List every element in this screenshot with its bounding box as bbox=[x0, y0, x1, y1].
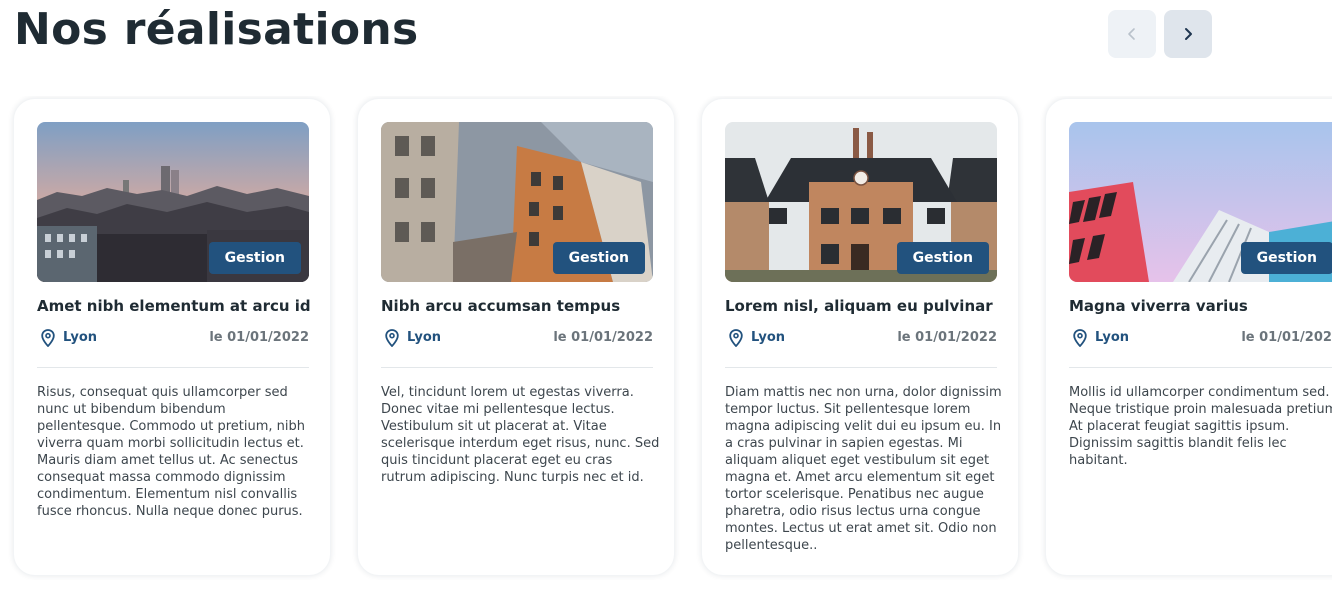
map-pin-icon bbox=[41, 329, 55, 347]
project-description: Risus, consequat quis ullamcorper sed nu… bbox=[37, 385, 305, 519]
projects-carousel: Gestion Amet nibh elementum at arcu id L… bbox=[0, 96, 1332, 580]
project-image-brick-house: Gestion bbox=[725, 122, 997, 282]
project-card[interactable]: Gestion Nibh arcu accumsan tempus Lyon l… bbox=[357, 98, 675, 576]
project-title[interactable]: Magna viverra varius bbox=[1069, 297, 1332, 315]
project-title[interactable]: Amet nibh elementum at arcu id bbox=[37, 297, 327, 315]
chevron-left-icon bbox=[1128, 28, 1135, 40]
divider bbox=[725, 367, 997, 368]
project-title[interactable]: Lorem nisl, aliquam eu pulvinar bbox=[725, 297, 1015, 315]
project-meta: Lyon le 01/01/2022 bbox=[381, 327, 653, 349]
project-date: le 01/01/2022 bbox=[1241, 330, 1332, 345]
project-image-city-skyline: Gestion bbox=[37, 122, 309, 282]
project-location: Lyon bbox=[1095, 330, 1130, 345]
page-title: Nos réalisations bbox=[14, 4, 419, 55]
project-date: le 01/01/2022 bbox=[209, 330, 309, 345]
carousel-next-button[interactable] bbox=[1164, 10, 1212, 58]
category-tag: Gestion bbox=[1240, 242, 1332, 274]
project-date: le 01/01/2022 bbox=[897, 330, 997, 345]
category-tag: Gestion bbox=[896, 242, 989, 274]
map-pin-icon bbox=[385, 329, 399, 347]
project-location: Lyon bbox=[751, 330, 786, 345]
project-description: Vel, tincidunt lorem ut egestas viverra.… bbox=[381, 385, 660, 485]
project-meta: Lyon le 01/01/2022 bbox=[37, 327, 309, 349]
carousel-prev-button[interactable] bbox=[1108, 10, 1156, 58]
project-title[interactable]: Nibh arcu accumsan tempus bbox=[381, 297, 671, 315]
project-card[interactable]: Gestion Magna viverra varius Lyon le 01/… bbox=[1045, 98, 1332, 576]
divider bbox=[1069, 367, 1332, 368]
map-pin-icon bbox=[729, 329, 743, 347]
project-card[interactable]: Gestion Lorem nisl, aliquam eu pulvinar … bbox=[701, 98, 1019, 576]
category-tag: Gestion bbox=[552, 242, 645, 274]
project-location: Lyon bbox=[63, 330, 98, 345]
project-description: Diam mattis nec non urna, dolor dignissi… bbox=[725, 385, 1002, 553]
project-image-facades: Gestion bbox=[381, 122, 653, 282]
project-card[interactable]: Gestion Amet nibh elementum at arcu id L… bbox=[13, 98, 331, 576]
project-meta: Lyon le 01/01/2022 bbox=[725, 327, 997, 349]
divider bbox=[37, 367, 309, 368]
chevron-right-icon bbox=[1185, 28, 1192, 40]
map-pin-icon bbox=[1073, 329, 1087, 347]
project-meta: Lyon le 01/01/2022 bbox=[1069, 327, 1332, 349]
project-description: Mollis id ullamcorper condimentum sed. N… bbox=[1069, 385, 1332, 468]
project-location: Lyon bbox=[407, 330, 442, 345]
category-tag: Gestion bbox=[208, 242, 301, 274]
project-image-modern-buildings: Gestion bbox=[1069, 122, 1332, 282]
project-date: le 01/01/2022 bbox=[553, 330, 653, 345]
divider bbox=[381, 367, 653, 368]
